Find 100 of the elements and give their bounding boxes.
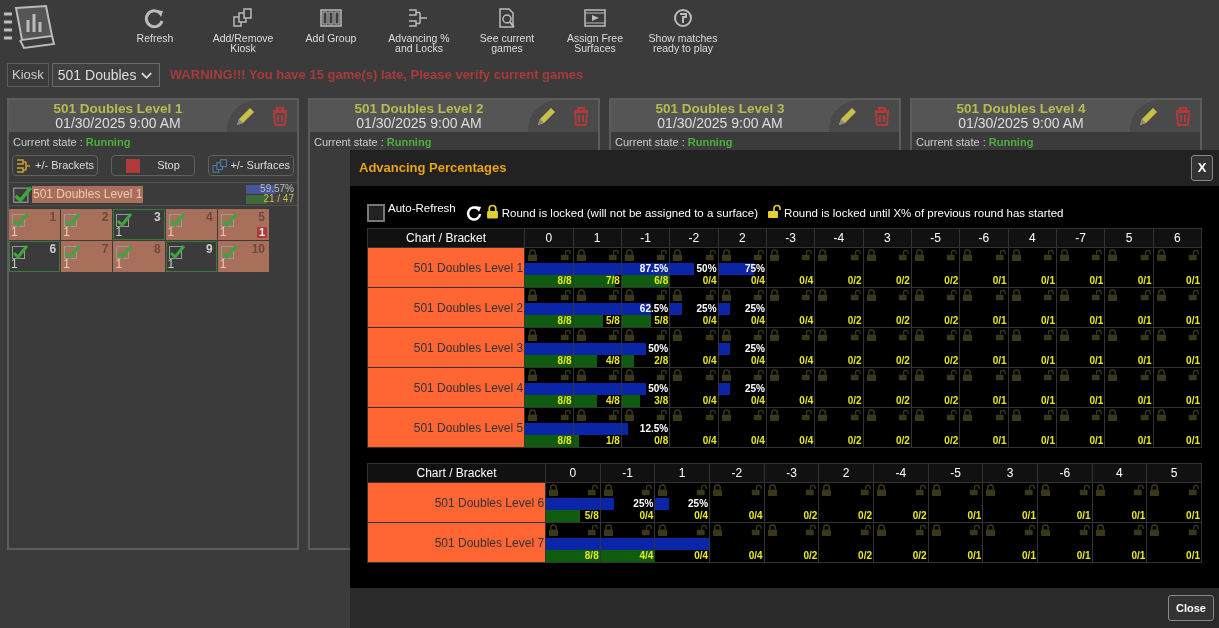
checkbox[interactable] <box>12 184 32 204</box>
unlocked-icon[interactable] <box>752 369 764 382</box>
lock-icon[interactable] <box>1107 289 1119 302</box>
lock-icon[interactable] <box>623 329 635 342</box>
lock-icon[interactable] <box>821 524 833 537</box>
lock-icon[interactable] <box>1058 329 1070 342</box>
lock-icon[interactable] <box>1107 329 1119 342</box>
unlocked-icon[interactable] <box>1023 524 1035 537</box>
lock-icon[interactable] <box>768 329 780 342</box>
unlocked-icon[interactable] <box>897 249 909 262</box>
lock-icon[interactable] <box>913 249 925 262</box>
unlocked-icon[interactable] <box>1188 484 1199 497</box>
unlocked-icon[interactable] <box>607 249 619 262</box>
unlocked-icon[interactable] <box>559 329 571 342</box>
lock-icon[interactable] <box>768 289 780 302</box>
lock-icon[interactable] <box>1107 409 1119 422</box>
unlocked-icon[interactable] <box>559 249 571 262</box>
lock-icon[interactable] <box>865 249 877 262</box>
unlocked-icon[interactable] <box>1188 524 1199 537</box>
unlocked-icon[interactable] <box>946 249 958 262</box>
lock-icon[interactable] <box>527 369 539 382</box>
lock-icon[interactable] <box>1058 249 1070 262</box>
unlocked-icon[interactable] <box>801 249 813 262</box>
lock-icon[interactable] <box>876 524 887 537</box>
lock-icon[interactable] <box>1039 524 1051 537</box>
unlocked-icon[interactable] <box>1188 249 1199 262</box>
lock-icon[interactable] <box>817 329 829 342</box>
lock-icon[interactable] <box>657 524 669 537</box>
lock-icon[interactable] <box>930 484 942 497</box>
lock-icon[interactable] <box>962 289 974 302</box>
lock-icon[interactable] <box>1155 329 1167 342</box>
lock-icon[interactable] <box>913 369 925 382</box>
unlocked-icon[interactable] <box>704 369 716 382</box>
lock-icon[interactable] <box>1058 289 1070 302</box>
unlocked-icon[interactable] <box>559 289 571 302</box>
lock-icon[interactable] <box>913 289 925 302</box>
unlocked-icon[interactable] <box>849 329 861 342</box>
close-button[interactable]: X <box>1191 155 1213 181</box>
checkbox[interactable] <box>11 243 28 260</box>
unlocked-icon[interactable] <box>607 369 619 382</box>
match-tile[interactable]: 9 1 <box>165 241 217 272</box>
unlocked-icon[interactable] <box>849 409 861 422</box>
lock-icon[interactable] <box>1094 524 1106 537</box>
unlocked-icon[interactable] <box>607 289 619 302</box>
lock-icon[interactable] <box>1039 484 1051 497</box>
unlocked-icon[interactable] <box>801 369 813 382</box>
unlocked-icon[interactable] <box>696 524 708 537</box>
lock-icon[interactable] <box>985 484 997 497</box>
unlocked-icon[interactable] <box>704 329 716 342</box>
toolbar-button[interactable]: Add/Remove Kiosk <box>199 6 287 53</box>
lock-icon[interactable] <box>575 409 587 422</box>
unlocked-icon[interactable] <box>1139 329 1151 342</box>
lock-icon[interactable] <box>657 484 669 497</box>
unlocked-icon[interactable] <box>704 289 716 302</box>
toolbar-button[interactable]: Advancing % and Locks <box>375 6 463 53</box>
unlocked-icon[interactable] <box>805 524 817 537</box>
lock-icon[interactable] <box>720 409 732 422</box>
unlocked-icon[interactable] <box>914 524 926 537</box>
unlocked-icon[interactable] <box>946 289 958 302</box>
lock-icon[interactable] <box>672 369 684 382</box>
unlocked-icon[interactable] <box>607 409 619 422</box>
unlocked-icon[interactable] <box>994 329 1006 342</box>
unlocked-icon[interactable] <box>946 369 958 382</box>
unlocked-icon[interactable] <box>1042 289 1054 302</box>
checkbox[interactable] <box>167 211 185 228</box>
unlocked-icon[interactable] <box>860 484 871 497</box>
lock-icon[interactable] <box>1149 484 1161 497</box>
lock-icon[interactable] <box>821 484 833 497</box>
close-button[interactable]: Close <box>1168 595 1214 621</box>
unlocked-icon[interactable] <box>1139 409 1151 422</box>
lock-icon[interactable] <box>817 409 829 422</box>
checkbox[interactable] <box>367 204 385 222</box>
lock-icon[interactable] <box>1107 249 1119 262</box>
lock-icon[interactable] <box>1107 369 1119 382</box>
toolbar-button[interactable]: Show matches ready to play <box>639 6 727 53</box>
lock-icon[interactable] <box>962 369 974 382</box>
unlocked-icon[interactable] <box>897 289 909 302</box>
lock-icon[interactable] <box>913 409 925 422</box>
lock-icon[interactable] <box>962 409 974 422</box>
toolbar-button[interactable]: Add Group <box>287 6 375 53</box>
unlocked-icon[interactable] <box>1042 369 1054 382</box>
lock-icon[interactable] <box>1155 369 1167 382</box>
unlocked-icon[interactable] <box>656 409 668 422</box>
unlocked-icon[interactable] <box>1042 409 1054 422</box>
unlocked-icon[interactable] <box>1139 369 1151 382</box>
lock-icon[interactable] <box>1010 329 1022 342</box>
lock-icon[interactable] <box>1058 409 1070 422</box>
lock-icon[interactable] <box>1010 409 1022 422</box>
unlocked-icon[interactable] <box>641 484 653 497</box>
unlocked-icon[interactable] <box>801 329 813 342</box>
lock-icon[interactable] <box>1149 524 1161 537</box>
toolbar-button[interactable]: Assign Free Surfaces <box>551 6 639 53</box>
unlocked-icon[interactable] <box>994 369 1006 382</box>
lock-icon[interactable] <box>672 289 684 302</box>
checkbox[interactable] <box>115 211 133 228</box>
unlocked-icon[interactable] <box>656 289 668 302</box>
lock-icon[interactable] <box>865 289 877 302</box>
lock-icon[interactable] <box>548 484 560 497</box>
unlocked-icon[interactable] <box>1091 369 1103 382</box>
unlocked-icon[interactable] <box>897 369 909 382</box>
